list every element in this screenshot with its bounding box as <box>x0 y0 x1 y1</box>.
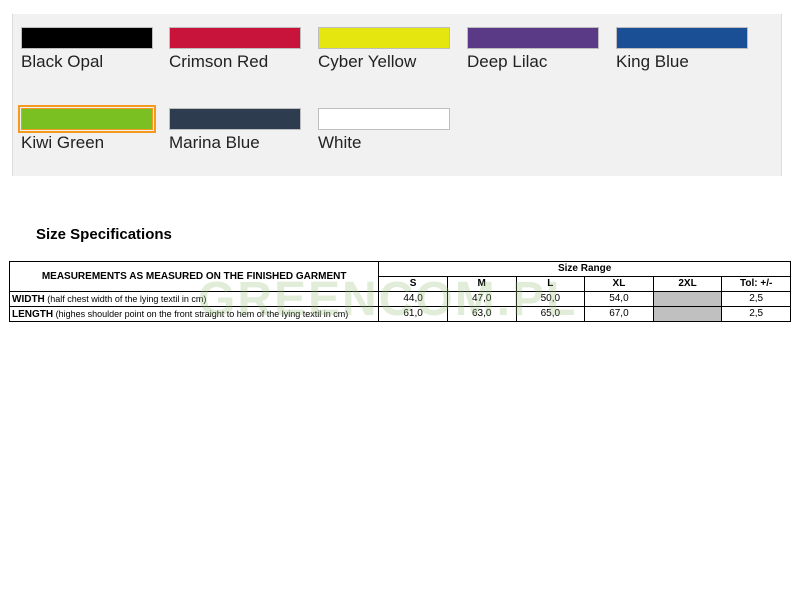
swatch-label: King Blue <box>616 52 689 71</box>
size-column-xl: XL <box>584 276 654 292</box>
swatch-kiwi-green[interactable]: Kiwi Green <box>13 105 156 153</box>
table-cell: 61,0 <box>378 306 448 322</box>
swatch-label: Cyber Yellow <box>318 52 417 71</box>
row-label-width: WIDTH (half chest width of the lying tex… <box>8 291 380 307</box>
swatch-crimson-red[interactable]: Crimson Red <box>161 27 301 72</box>
swatch-label: Deep Lilac <box>467 52 548 71</box>
swatch-color-box[interactable] <box>21 27 153 49</box>
table-cell: 54,0 <box>584 291 654 307</box>
table-cell: 63,0 <box>446 306 517 322</box>
row-label-length: LENGTH (highes shoulder point on the fro… <box>8 306 380 322</box>
table-cell: 47,0 <box>446 291 517 307</box>
table-row: WIDTH (half chest width of the lying tex… <box>8 291 791 307</box>
tolerance-cell: 2,5 <box>721 291 791 307</box>
swatch-label: Kiwi Green <box>21 133 105 152</box>
table-cell: 65,0 <box>515 306 586 322</box>
swatch-label: Black Opal <box>21 52 104 71</box>
row-name: LENGTH <box>12 308 54 320</box>
measurements-header: MEASUREMENTS AS MEASURED ON THE FINISHED… <box>8 261 380 292</box>
table-row: LENGTH (highes shoulder point on the fro… <box>8 306 791 322</box>
size-range-header: Size Range <box>378 261 791 277</box>
swatch-label: Crimson Red <box>169 52 269 71</box>
size-column-s: S <box>378 276 448 292</box>
tolerance-column: Tol: +/- <box>721 276 791 292</box>
size-specs-table: MEASUREMENTS AS MEASURED ON THE FINISHED… <box>8 261 791 322</box>
row-name: WIDTH <box>12 293 45 305</box>
swatch-color-box[interactable] <box>169 108 301 130</box>
swatch-label: Marina Blue <box>169 133 260 152</box>
swatch-king-blue[interactable]: King Blue <box>608 27 748 72</box>
swatch-white[interactable]: White <box>310 108 450 153</box>
swatch-color-box[interactable] <box>616 27 748 49</box>
swatch-color-box[interactable] <box>169 27 301 49</box>
table-cell: 67,0 <box>584 306 654 322</box>
table-cell <box>652 291 723 307</box>
table-cell: 50,0 <box>515 291 586 307</box>
swatch-color-box[interactable] <box>467 27 599 49</box>
table-cell <box>652 306 723 322</box>
swatch-color-box[interactable] <box>318 27 450 49</box>
row-description: (half chest width of the lying textil in… <box>44 293 207 304</box>
product-page: Black Opal Crimson Red Cyber Yellow Deep… <box>0 0 800 600</box>
row-description: (highes shoulder point on the front stra… <box>53 308 349 319</box>
table-cell: 44,0 <box>378 291 448 307</box>
color-swatch-panel: Black Opal Crimson Red Cyber Yellow Deep… <box>12 14 782 176</box>
size-column-m: M <box>446 276 517 292</box>
table-header-row: MEASUREMENTS AS MEASURED ON THE FINISHED… <box>8 261 791 292</box>
swatch-color-box[interactable] <box>318 108 450 130</box>
size-column-2xl: 2XL <box>652 276 723 292</box>
swatch-label: White <box>318 133 362 152</box>
swatch-deep-lilac[interactable]: Deep Lilac <box>459 27 599 72</box>
swatch-black-opal[interactable]: Black Opal <box>13 27 153 72</box>
size-specs-title: Size Specifications <box>36 226 172 243</box>
size-column-l: L <box>515 276 586 292</box>
swatch-cyber-yellow[interactable]: Cyber Yellow <box>310 27 450 72</box>
swatch-color-box[interactable] <box>18 105 156 133</box>
tolerance-cell: 2,5 <box>721 306 791 322</box>
swatch-marina-blue[interactable]: Marina Blue <box>161 108 301 153</box>
